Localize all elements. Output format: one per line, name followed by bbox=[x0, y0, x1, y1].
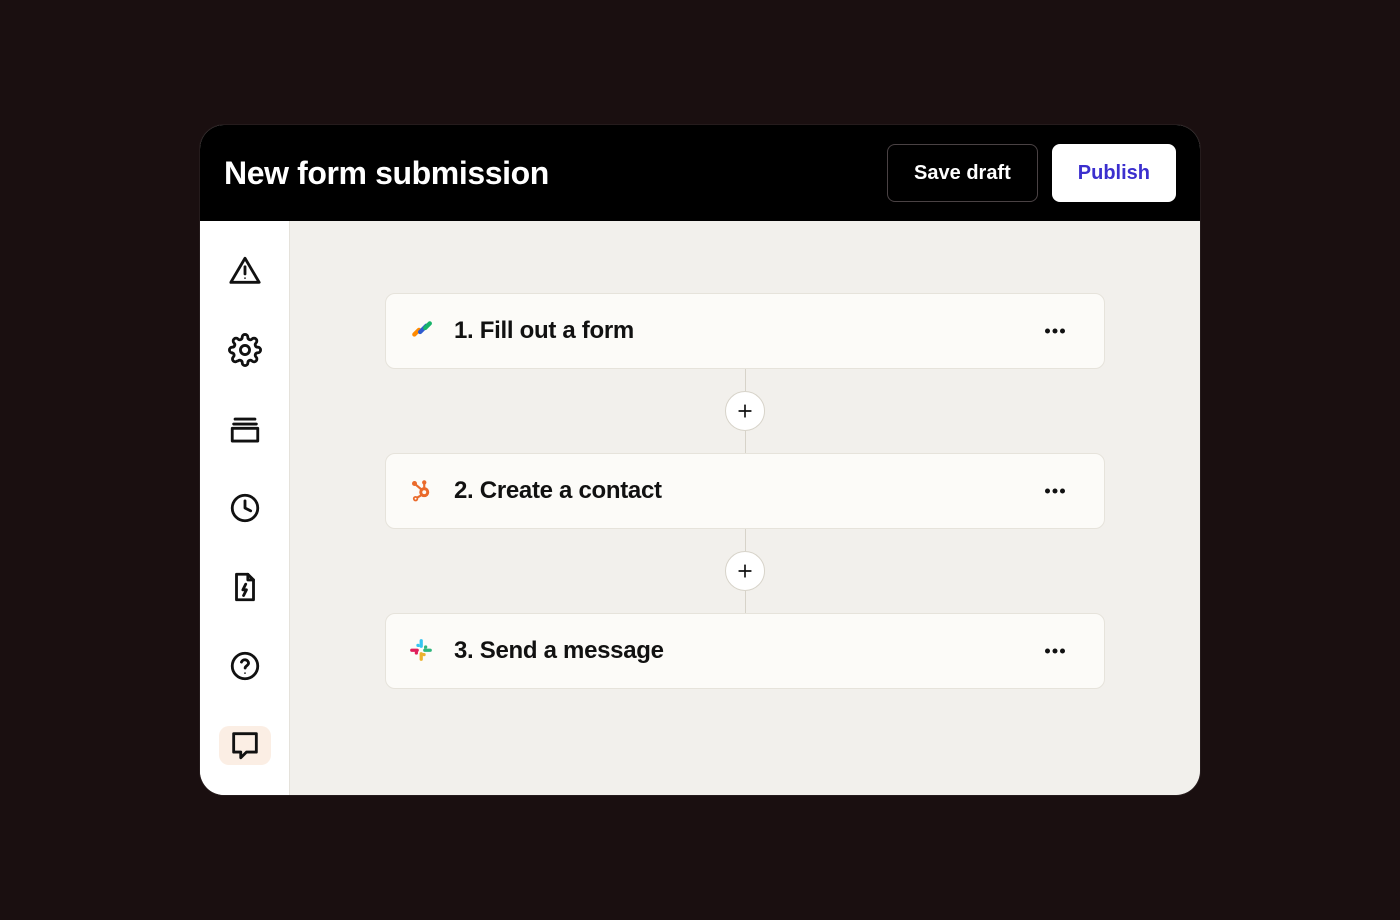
publish-button[interactable]: Publish bbox=[1052, 144, 1176, 202]
step-label: 2. Create a contact bbox=[454, 477, 1016, 505]
step-connector bbox=[725, 529, 765, 613]
workflow-flow: 1. Fill out a form bbox=[380, 293, 1110, 689]
stack-icon bbox=[228, 412, 262, 446]
more-horizontal-icon bbox=[1040, 316, 1070, 346]
workflow-canvas: 1. Fill out a form bbox=[290, 221, 1200, 795]
hubspot-app-icon bbox=[408, 477, 436, 505]
step-card[interactable]: 2. Create a contact bbox=[385, 453, 1105, 529]
sidebar bbox=[200, 221, 290, 795]
step-connector bbox=[725, 369, 765, 453]
slack-app-icon bbox=[408, 637, 436, 665]
sidebar-item-warnings[interactable] bbox=[219, 251, 271, 290]
titlebar: New form submission Save draft Publish bbox=[200, 125, 1200, 221]
step-card[interactable]: 1. Fill out a form bbox=[385, 293, 1105, 369]
plus-icon bbox=[735, 561, 755, 581]
file-bolt-icon bbox=[228, 570, 262, 604]
connector-line bbox=[745, 591, 746, 613]
save-draft-button[interactable]: Save draft bbox=[887, 144, 1038, 202]
plus-icon bbox=[735, 401, 755, 421]
editor-body: 1. Fill out a form bbox=[200, 221, 1200, 795]
sidebar-item-power[interactable] bbox=[219, 568, 271, 607]
more-horizontal-icon bbox=[1040, 636, 1070, 666]
step-label: 3. Send a message bbox=[454, 637, 1016, 665]
sidebar-item-versions[interactable] bbox=[219, 409, 271, 448]
page-title: New form submission bbox=[224, 155, 873, 192]
more-horizontal-icon bbox=[1040, 476, 1070, 506]
step-label: 1. Fill out a form bbox=[454, 317, 1016, 345]
help-icon bbox=[228, 649, 262, 683]
chat-icon bbox=[228, 728, 262, 762]
sidebar-item-settings[interactable] bbox=[219, 330, 271, 369]
workflow-editor-window: New form submission Save draft Publish bbox=[200, 125, 1200, 795]
sidebar-item-help[interactable] bbox=[219, 647, 271, 686]
jotform-app-icon bbox=[408, 317, 436, 345]
warning-icon bbox=[228, 254, 262, 288]
sidebar-item-comments[interactable] bbox=[219, 726, 271, 765]
sidebar-item-history[interactable] bbox=[219, 488, 271, 527]
step-more-button[interactable] bbox=[1034, 310, 1076, 352]
connector-line bbox=[745, 369, 746, 391]
connector-line bbox=[745, 431, 746, 453]
step-more-button[interactable] bbox=[1034, 630, 1076, 672]
step-card[interactable]: 3. Send a message bbox=[385, 613, 1105, 689]
connector-line bbox=[745, 529, 746, 551]
step-more-button[interactable] bbox=[1034, 470, 1076, 512]
clock-icon bbox=[228, 491, 262, 525]
add-step-button[interactable] bbox=[725, 391, 765, 431]
add-step-button[interactable] bbox=[725, 551, 765, 591]
gear-icon bbox=[228, 333, 262, 367]
